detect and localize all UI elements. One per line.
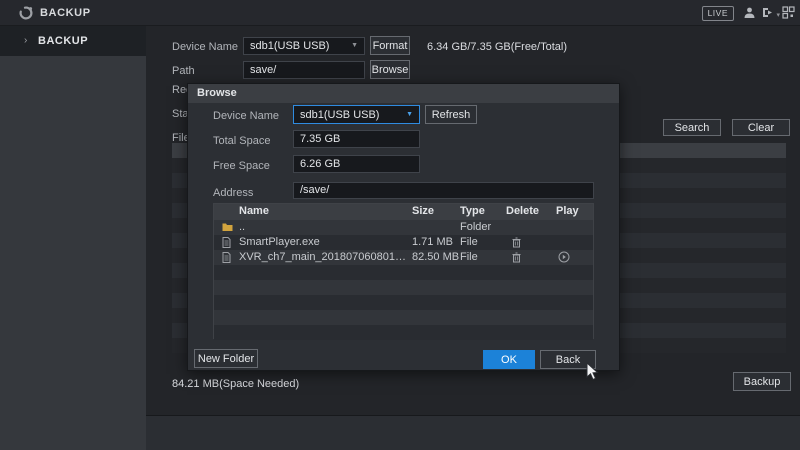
page-title: BACKUP — [40, 7, 91, 19]
device-name-label: Device Name — [172, 41, 238, 53]
table-row-parent-folder[interactable]: .. Folder — [214, 220, 593, 235]
col-type: Type — [460, 205, 485, 217]
play-icon[interactable] — [558, 251, 570, 263]
mouse-cursor — [586, 362, 599, 381]
file-size: 82.50 MB — [412, 251, 459, 263]
table-row-empty — [214, 295, 593, 310]
delete-icon[interactable] — [512, 237, 521, 248]
browse-button[interactable]: Browse — [370, 60, 410, 79]
logout-caret-icon[interactable]: ▾ — [776, 11, 780, 19]
table-row-empty — [214, 265, 593, 280]
dialog-title: Browse — [197, 87, 237, 99]
dialog-device-name-value: sdb1(USB USB) — [300, 107, 379, 123]
chevron-down-icon: ▼ — [406, 107, 413, 123]
footer-bar — [146, 415, 800, 450]
file-table-header: Name Size Type Delete Play — [214, 204, 593, 220]
format-button[interactable]: Format — [370, 36, 410, 55]
file-icon — [222, 252, 231, 263]
refresh-button[interactable]: Refresh — [425, 105, 477, 124]
col-name: Name — [239, 205, 269, 217]
browse-dialog: Browse Device Name sdb1(USB USB) ▼ Refre… — [187, 83, 620, 371]
free-space-field: 6.26 GB — [293, 155, 420, 173]
file-size: 1.71 MB — [412, 236, 453, 248]
table-row-file[interactable]: SmartPlayer.exe 1.71 MB File — [214, 235, 593, 250]
search-button[interactable]: Search — [663, 119, 721, 136]
new-folder-button[interactable]: New Folder — [194, 349, 258, 368]
col-play: Play — [556, 205, 579, 217]
device-name-value: sdb1(USB USB) — [250, 38, 329, 54]
logout-icon[interactable] — [761, 6, 774, 19]
free-space-label: Free Space — [213, 160, 270, 172]
address-input[interactable]: /save/ — [293, 182, 594, 199]
sidebar-item-backup[interactable]: › BACKUP — [0, 26, 146, 56]
total-space-label: Total Space — [213, 135, 270, 147]
file-name: XVR_ch7_main_20180706080140_20180... — [239, 251, 407, 263]
address-label: Address — [213, 187, 253, 199]
file-name: .. — [239, 221, 245, 233]
folder-icon — [222, 222, 233, 232]
path-input[interactable]: save/ — [243, 61, 365, 79]
app-logo-icon — [18, 5, 34, 21]
chevron-right-icon: › — [24, 35, 27, 46]
file-type: File — [460, 251, 478, 263]
file-name: SmartPlayer.exe — [239, 236, 320, 248]
grid-icon[interactable] — [782, 6, 795, 19]
file-type: File — [460, 236, 478, 248]
dialog-device-name-select[interactable]: sdb1(USB USB) ▼ — [293, 105, 420, 124]
chevron-down-icon: ▼ — [351, 38, 358, 54]
table-row-empty — [214, 325, 593, 340]
sidebar-item-label: BACKUP — [38, 35, 88, 47]
user-icon[interactable] — [743, 6, 756, 19]
sidebar — [0, 26, 146, 450]
col-delete: Delete — [506, 205, 539, 217]
backup-button[interactable]: Backup — [733, 372, 791, 391]
table-row-file[interactable]: XVR_ch7_main_20180706080140_20180... 82.… — [214, 250, 593, 265]
delete-icon[interactable] — [512, 252, 521, 263]
file-type: Folder — [460, 221, 491, 233]
table-row-empty — [214, 280, 593, 295]
live-button[interactable]: LIVE — [702, 6, 734, 21]
col-size: Size — [412, 205, 434, 217]
path-label: Path — [172, 65, 195, 77]
ok-button[interactable]: OK — [483, 350, 535, 369]
space-needed-text: 84.21 MB(Space Needed) — [172, 378, 299, 390]
device-name-select[interactable]: sdb1(USB USB) ▼ — [243, 37, 365, 55]
topbar: BACKUP LIVE ▾ — [0, 0, 800, 26]
capacity-text: 6.34 GB/7.35 GB(Free/Total) — [427, 41, 567, 53]
dialog-device-name-label: Device Name — [213, 110, 279, 122]
total-space-field: 7.35 GB — [293, 130, 420, 148]
dialog-titlebar: Browse — [188, 84, 619, 103]
clear-button[interactable]: Clear — [732, 119, 790, 136]
file-table: Name Size Type Delete Play .. Folder Sma… — [213, 203, 594, 339]
table-row-empty — [214, 310, 593, 325]
file-icon — [222, 237, 231, 248]
